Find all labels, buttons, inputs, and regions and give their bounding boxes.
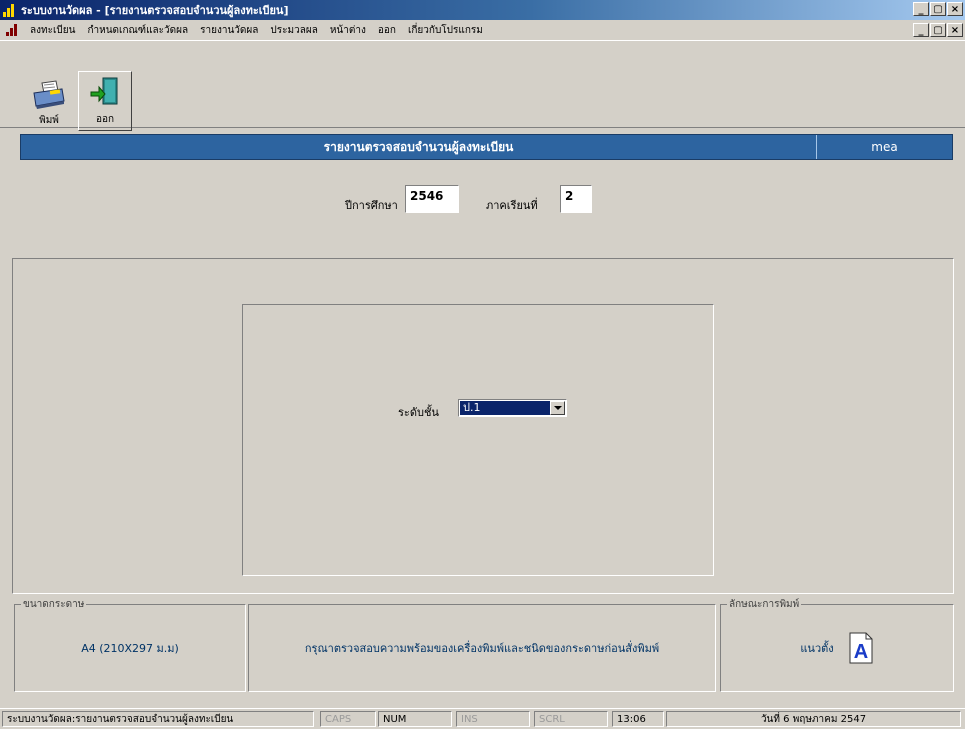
academic-year-label: ปีการศึกษา [345, 199, 398, 212]
grade-selection-frame [242, 304, 714, 576]
scrl-indicator: SCRL [534, 711, 608, 727]
current-user: mea [871, 140, 898, 154]
menu-window[interactable]: หน้าต่าง [324, 23, 372, 38]
page-letter: A [853, 641, 867, 663]
term-input[interactable]: 2 [560, 185, 592, 213]
exit-button[interactable]: ออก [78, 71, 132, 131]
grade-dropdown[interactable]: ป.1 [458, 399, 567, 417]
menu-register[interactable]: ลงทะเบียน [24, 23, 81, 38]
term-label: ภาคเรียนที่ [486, 199, 538, 212]
printer-notice: กรุณาตรวจสอบความพร้อมของเครื่องพิมพ์และช… [304, 642, 660, 655]
minimize-button[interactable]: _ [913, 2, 929, 16]
menu-bar: ลงทะเบียน กำหนดเกณฑ์และวัดผล รายงานวัดผล… [0, 20, 965, 40]
clock: 13:06 [612, 711, 664, 727]
status-message: ระบบงานวัดผล:รายงานตรวจสอบจำนวนผู้ลงทะเบ… [2, 711, 314, 727]
restore-button[interactable]: ▢ [930, 2, 946, 16]
print-button[interactable]: พิมพ์ [22, 71, 76, 131]
menu-process[interactable]: ประมวลผล [264, 23, 323, 38]
paper-size-group: ขนาดกระดาษ A4 (210X297 ม.ม) [14, 597, 246, 692]
exit-door-icon [90, 77, 118, 105]
menu-about[interactable]: เกี่ยวกับโปรแกรม [402, 23, 489, 38]
portrait-page-icon[interactable]: A [848, 632, 874, 664]
print-label: พิมพ์ [39, 115, 59, 126]
orientation-group: ลักษณะการพิมพ์ แนวตั้ง A [720, 597, 954, 692]
document-window-controls: _ ▢ × [913, 23, 963, 37]
menu-reports[interactable]: รายงานวัดผล [194, 23, 264, 38]
app-chart-icon [3, 3, 17, 17]
report-title: รายงานตรวจสอบจำนวนผู้ลงทะเบียน [323, 140, 514, 154]
window-title: ระบบงานวัดผล - [รายงานตรวจสอบจำนวนผู้ลงท… [21, 4, 289, 17]
orientation-value: แนวตั้ง [800, 642, 834, 655]
notice-group: กรุณาตรวจสอบความพร้อมของเครื่องพิมพ์และช… [248, 604, 716, 692]
status-bar: ระบบงานวัดผล:รายงานตรวจสอบจำนวนผู้ลงทะเบ… [0, 708, 965, 729]
toolbar: พิมพ์ ออก [0, 40, 965, 131]
dropdown-arrow-icon[interactable] [550, 401, 565, 415]
num-indicator: NUM [378, 711, 452, 727]
ins-indicator: INS [456, 711, 530, 727]
paper-size-value: A4 (210X297 ม.ม) [81, 642, 179, 655]
doc-close-button[interactable]: × [947, 23, 963, 37]
exit-label: ออก [95, 114, 115, 125]
window-title-bar: ระบบงานวัดผล - [รายงานตรวจสอบจำนวนผู้ลงท… [0, 0, 965, 20]
date-display: วันที่ 6 พฤษภาคม 2547 [666, 711, 961, 727]
window-controls: _ ▢ × [913, 2, 963, 16]
doc-minimize-button[interactable]: _ [913, 23, 929, 37]
report-header-bar: รายงานตรวจสอบจำนวนผู้ลงทะเบียน mea [20, 134, 953, 160]
grade-label: ระดับชั้น [398, 406, 439, 419]
academic-year-input[interactable]: 2546 [405, 185, 459, 213]
caps-indicator: CAPS [320, 711, 376, 727]
doc-restore-button[interactable]: ▢ [930, 23, 946, 37]
grade-selected-value: ป.1 [460, 401, 550, 415]
menu-exit[interactable]: ออก [372, 23, 402, 38]
document-chart-icon[interactable] [6, 24, 18, 36]
close-button[interactable]: × [947, 2, 963, 16]
orientation-content: แนวตั้ง A [721, 605, 953, 691]
menu-criteria[interactable]: กำหนดเกณฑ์และวัดผล [81, 23, 194, 38]
printer-icon [33, 80, 65, 109]
